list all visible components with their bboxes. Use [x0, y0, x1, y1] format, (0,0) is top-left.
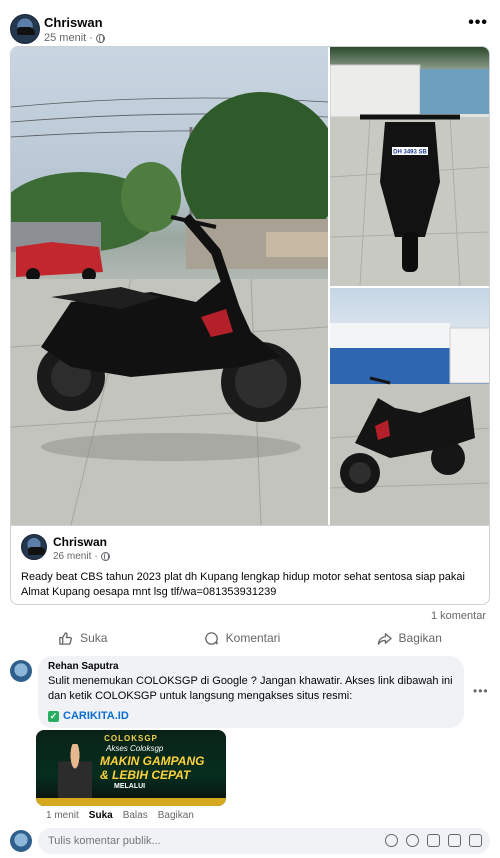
comment-like-button[interactable]: Suka: [89, 810, 113, 821]
comment-share-button[interactable]: Bagikan: [158, 810, 194, 821]
avatar-sticker-icon[interactable]: [385, 834, 398, 847]
comment-label: Komentari: [225, 631, 281, 645]
commenter-avatar[interactable]: [10, 660, 32, 682]
shared-post-body: Chriswan 26 menit · Ready beat CBS tahun…: [11, 525, 489, 604]
shared-meta: 26 menit ·: [53, 551, 110, 562]
motorcycle-photo-front: DH 3493 SB: [330, 64, 489, 286]
comment-actions: 1 menit Suka Balas Bagikan: [46, 810, 194, 821]
more-options-icon[interactable]: •••: [468, 14, 488, 32]
comment-text: Sulit menemukan COLOKSGP di Google ? Jan…: [48, 675, 453, 702]
share-button[interactable]: Bagikan: [377, 631, 442, 646]
motorcycle-photo-side: [330, 323, 489, 525]
ad-line1: Akses Coloksgp: [106, 744, 164, 753]
gif-icon[interactable]: [448, 834, 461, 847]
comment-link[interactable]: ✓ CARIKITA.ID: [48, 710, 454, 722]
comment-more-icon[interactable]: •••: [473, 684, 489, 698]
thumbs-up-icon: [59, 631, 72, 645]
motorcycle-photo-main: [11, 92, 328, 525]
action-bar: Suka Komentari Bagikan: [10, 624, 490, 652]
commenter-name[interactable]: Rehan Saputra: [48, 661, 454, 672]
globe-icon: [95, 33, 105, 43]
comment-composer: [10, 828, 490, 854]
post-meta: 25 menit ·: [44, 32, 105, 44]
ad-person-image: [58, 744, 92, 806]
comment-reply-button[interactable]: Balas: [123, 810, 148, 821]
comment-bubble: Rehan Saputra Sulit menemukan COLOKSGP d…: [38, 656, 464, 728]
photo-main[interactable]: [11, 47, 328, 525]
composer-icons: [385, 834, 482, 847]
ad-line2: MAKIN GAMPANG: [100, 754, 205, 768]
share-icon: [377, 632, 392, 645]
shared-author-name[interactable]: Chriswan: [53, 535, 107, 549]
user-avatar[interactable]: [10, 830, 32, 852]
comment-icon: [204, 631, 218, 645]
shared-author-avatar[interactable]: [21, 534, 47, 560]
emoji-icon[interactable]: [406, 834, 419, 847]
comment-image-ad[interactable]: COLOKSGP Akses Coloksgp MAKIN GAMPANG & …: [36, 730, 226, 806]
share-label: Bagikan: [398, 631, 442, 645]
globe-icon: [100, 552, 110, 561]
ad-brand: COLOKSGP: [104, 734, 158, 743]
comment-button[interactable]: Komentari: [204, 631, 281, 646]
shared-post[interactable]: DH 3493 SB Chriswan 26 menit · Ready bea…: [10, 46, 490, 605]
photo-side[interactable]: [330, 288, 489, 525]
comment-link-text[interactable]: CARIKITA.ID: [63, 710, 129, 722]
ad-bottom-bar: [36, 798, 226, 806]
like-label: Suka: [80, 631, 108, 645]
ad-line4: MELALUI: [114, 783, 146, 790]
comment-time[interactable]: 1 menit: [46, 810, 79, 821]
photo-front[interactable]: DH 3493 SB: [330, 47, 489, 286]
comment-count[interactable]: 1 komentar: [431, 610, 486, 622]
author-avatar[interactable]: [10, 14, 40, 44]
shared-post-text: Ready beat CBS tahun 2023 plat dh Kupang…: [21, 571, 465, 598]
post-header: Chriswan 25 menit ·: [10, 10, 490, 46]
shared-time[interactable]: 26 menit: [53, 551, 91, 562]
sticker-icon[interactable]: [469, 834, 482, 847]
license-plate: DH 3493 SB: [393, 150, 427, 156]
ad-line3: & LEBIH CEPAT: [100, 768, 191, 782]
author-name[interactable]: Chriswan: [44, 15, 103, 30]
camera-icon[interactable]: [427, 834, 440, 847]
post-time[interactable]: 25 menit: [44, 32, 86, 44]
post-card: Chriswan 25 menit · ••• DH 3493 SB Chris…: [0, 0, 500, 858]
like-button[interactable]: Suka: [58, 631, 107, 646]
checkmark-icon: ✓: [48, 710, 59, 722]
